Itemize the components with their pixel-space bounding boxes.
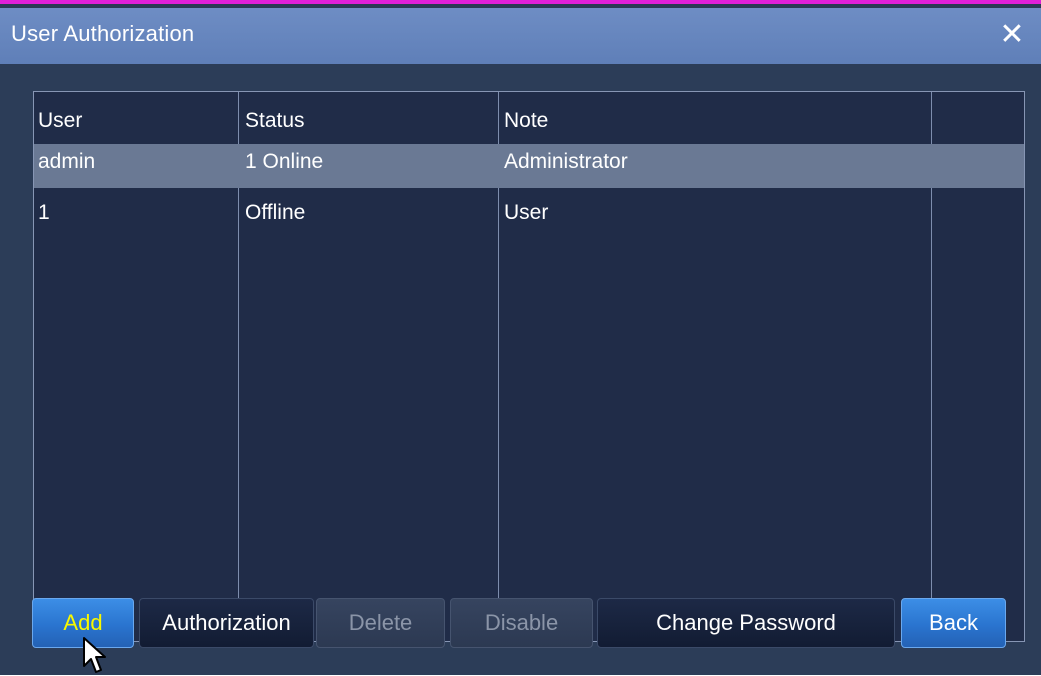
table-row[interactable]: admin 1 Online Administrator: [34, 144, 1024, 188]
user-authorization-dialog: User Authorization ✕ User Status Note ad…: [0, 0, 1041, 675]
user-table: User Status Note admin 1 Online Administ…: [33, 91, 1025, 642]
change-password-button[interactable]: Change Password: [597, 598, 895, 648]
mouse-pointer-icon: [83, 637, 106, 673]
close-icon[interactable]: ✕: [997, 18, 1027, 52]
column-header-status: Status: [245, 109, 305, 132]
cell-user: 1: [38, 201, 50, 224]
delete-button[interactable]: Delete: [316, 598, 445, 648]
disable-button[interactable]: Disable: [450, 598, 593, 648]
table-header-row: User Status Note: [34, 103, 1024, 147]
column-header-note: Note: [504, 109, 549, 132]
cell-user: admin: [38, 150, 96, 173]
column-header-user: User: [38, 109, 83, 132]
cell-note: Administrator: [504, 150, 628, 173]
authorization-button[interactable]: Authorization: [139, 598, 314, 648]
cell-note: User: [504, 201, 549, 224]
cell-status: 1 Online: [245, 150, 324, 173]
table-row[interactable]: 1 Offline User: [34, 195, 1024, 239]
dialog-body: User Status Note admin 1 Online Administ…: [0, 64, 1041, 675]
cell-status: Offline: [245, 201, 306, 224]
back-button[interactable]: Back: [901, 598, 1006, 648]
title-bar: User Authorization ✕: [0, 8, 1041, 64]
dialog-title: User Authorization: [11, 21, 195, 46]
